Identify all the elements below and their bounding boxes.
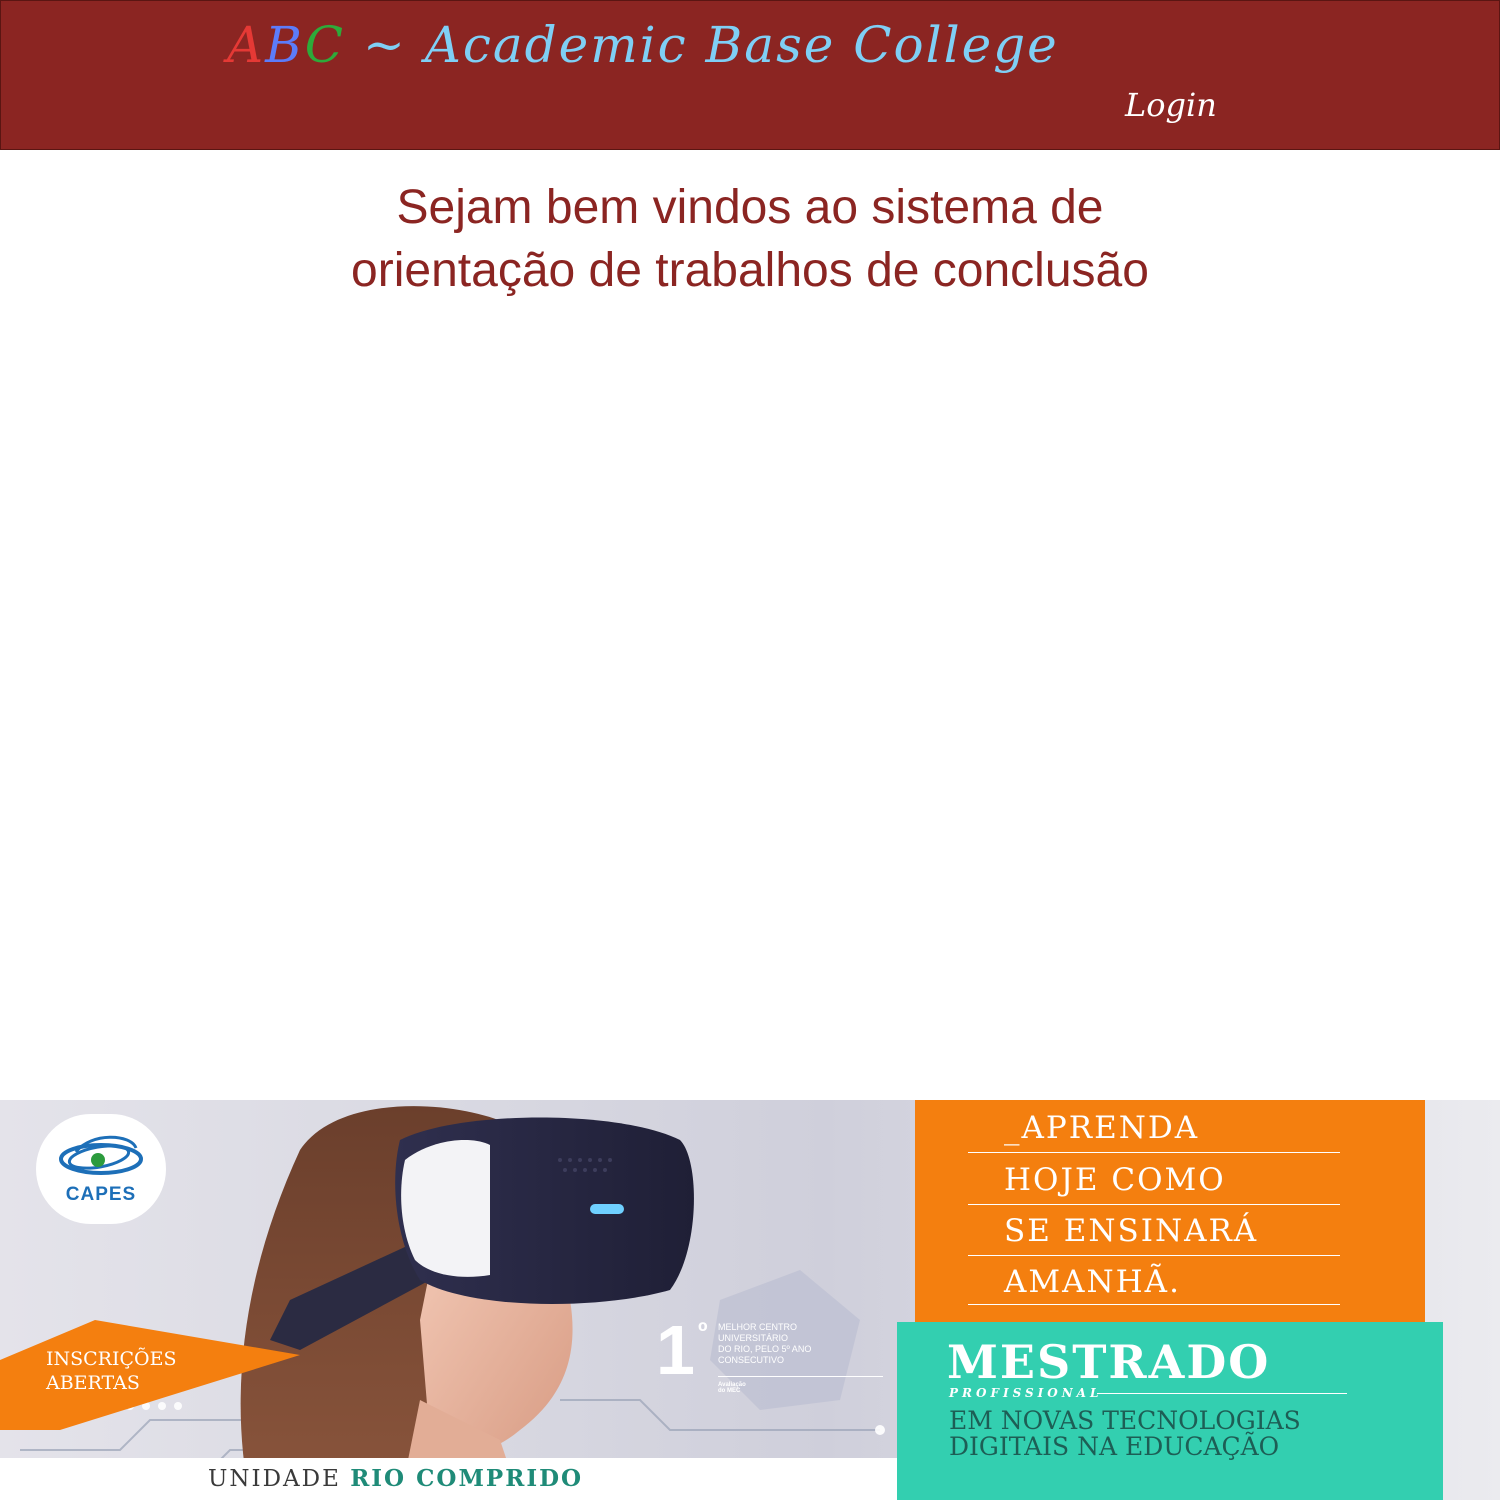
- site-brand[interactable]: ABC ~ Academic Base College: [227, 15, 1059, 75]
- program-title: MESTRADO: [947, 1335, 1271, 1389]
- enrollment-line-1: INSCRIÇÕES: [46, 1348, 177, 1370]
- program-panel: MESTRADO PROFISSIONAL EM NOVAS TECNOLOGI…: [897, 1322, 1443, 1500]
- enrollment-badge: INSCRIÇÕES ABERTAS: [46, 1347, 177, 1395]
- unit-prefix: UNIDADE: [208, 1466, 351, 1492]
- unit-bar: UNIDADE RIO COMPRIDO: [0, 1458, 897, 1500]
- welcome-heading: Sejam bem vindos ao sistema de orientaçã…: [200, 176, 1300, 302]
- ranking-desc-4: CONSECUTIVO: [718, 1355, 785, 1365]
- ranking-desc-2: UNIVERSITÁRIO: [718, 1333, 789, 1343]
- tagline-line-4: AMANHÃ.: [1004, 1264, 1181, 1300]
- tagline-rule: [968, 1152, 1340, 1153]
- login-link[interactable]: Login: [1125, 83, 1217, 127]
- ranking-number: 1: [656, 1311, 695, 1389]
- enrollment-line-2: ABERTAS: [46, 1372, 140, 1394]
- capes-logo-text: CAPES: [65, 1184, 137, 1205]
- tagline-rule: [968, 1204, 1340, 1205]
- brand-name: ~ Academic Base College: [345, 16, 1059, 74]
- unit-name: RIO COMPRIDO: [350, 1465, 584, 1492]
- ranking-desc-1: MELHOR CENTRO: [718, 1322, 798, 1332]
- tagline-line-2: HOJE COMO: [1004, 1162, 1226, 1198]
- welcome-line-2: orientação de trabalhos de conclusão: [351, 244, 1149, 297]
- ranking-degree: º: [698, 1316, 708, 1346]
- brand-letter-b: B: [265, 16, 305, 74]
- site-header: ABC ~ Academic Base College Login: [0, 0, 1500, 150]
- capes-emblem-icon: [59, 1135, 143, 1175]
- brand-letter-c: C: [304, 16, 346, 74]
- program-line-1: EM NOVAS TECNOLOGIAS: [949, 1406, 1301, 1435]
- ranking-desc-3: DO RIO, PELO 5º ANO: [718, 1344, 812, 1354]
- ranking-divider: [718, 1376, 883, 1377]
- promo-banner[interactable]: CAPES INSCRIÇÕES ABERTAS 1 º MELHOR CENT…: [0, 1100, 1500, 1500]
- ranking-description: MELHOR CENTRO UNIVERSITÁRIO DO RIO, PELO…: [718, 1322, 848, 1366]
- program-rule: [1097, 1393, 1347, 1394]
- tagline-rule: [968, 1304, 1340, 1305]
- program-line-2: DIGITAIS NA EDUCAÇÃO: [949, 1432, 1280, 1461]
- welcome-line-1: Sejam bem vindos ao sistema de: [396, 181, 1104, 234]
- ranking-source: Avaliação do MEC: [718, 1382, 746, 1394]
- tagline-rule: [968, 1255, 1340, 1256]
- capes-logo: CAPES: [36, 1114, 166, 1224]
- program-subtitle: PROFISSIONAL: [949, 1386, 1103, 1400]
- brand-letter-a: A: [227, 16, 266, 74]
- unit-label: UNIDADE RIO COMPRIDO: [208, 1465, 583, 1492]
- tagline-line-3: SE ENSINARÁ: [1004, 1213, 1259, 1249]
- tagline-line-1: _APRENDA: [1004, 1110, 1200, 1146]
